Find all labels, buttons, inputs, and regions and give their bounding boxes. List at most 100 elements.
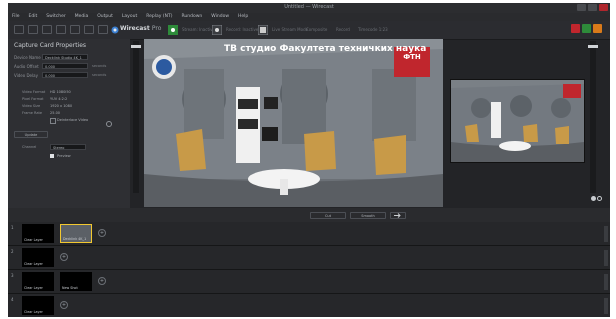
status-indicators xyxy=(571,24,602,33)
record-status: Record: Inactive xyxy=(226,27,259,32)
close-button[interactable] xyxy=(599,4,608,11)
composite-label: Composite xyxy=(306,27,328,32)
layer-scroll[interactable] xyxy=(604,298,608,314)
status-orange[interactable] xyxy=(593,24,602,33)
smooth-button[interactable]: Smooth xyxy=(350,212,386,219)
studio-scene: ФТН ТВ студио Факултета техничких наука xyxy=(144,39,443,207)
layer-row: 1 Clear Layer Decklink 4K_1 + xyxy=(8,222,610,246)
menu-media[interactable]: Media xyxy=(75,13,89,21)
live-mute-icon[interactable] xyxy=(597,196,602,201)
audio-offset-field[interactable]: 0.000 xyxy=(42,63,88,69)
add-shot-button[interactable]: + xyxy=(60,253,68,261)
menu-rundown[interactable]: Rundown xyxy=(182,13,203,21)
shot-clear-layer[interactable]: Clear Layer xyxy=(22,248,54,267)
title-bar: Untitled — Wirecast xyxy=(8,3,610,13)
live-mode-icon[interactable] xyxy=(258,25,268,35)
status-green[interactable] xyxy=(582,24,591,33)
live-volume-knob[interactable] xyxy=(588,45,598,48)
panel-title: Capture Card Properties xyxy=(14,42,87,49)
layer-number: 4 xyxy=(11,297,14,302)
deinterlace-checkbox[interactable] xyxy=(50,118,56,124)
layer-row: 3 Clear Layer New Shot + xyxy=(8,270,610,294)
layer-scroll[interactable] xyxy=(604,226,608,242)
menu-layout[interactable]: Layout xyxy=(122,13,137,21)
video-delay-unit: seconds xyxy=(92,73,107,77)
video-size-value: 1920 x 1080 xyxy=(50,104,73,108)
device-name-label: Device Name xyxy=(14,55,41,60)
pixel-format-value: YUV 4:2:2 xyxy=(50,97,68,101)
live-audio-icon[interactable] xyxy=(591,196,596,201)
channel-select[interactable]: Stereo xyxy=(50,144,86,150)
record-label: Record xyxy=(336,27,350,32)
shot-clear-layer[interactable]: Clear Layer xyxy=(22,272,54,291)
logo-text: ФТН xyxy=(403,53,421,61)
audio-offset-label: Audio Offset xyxy=(14,64,39,69)
add-shot-button[interactable]: + xyxy=(98,277,106,285)
shot-icon[interactable] xyxy=(28,25,38,34)
shot-new[interactable]: New Shot xyxy=(60,272,92,291)
transition-bar: Cut Smooth xyxy=(8,208,610,222)
live-volume-slider[interactable] xyxy=(590,41,596,193)
layer-icon[interactable] xyxy=(14,25,24,34)
video-delay-field[interactable]: 0.000 xyxy=(42,72,88,78)
layer-number: 2 xyxy=(11,249,14,254)
preview-volume-slider[interactable] xyxy=(133,41,139,193)
wirecast-window: Untitled — Wirecast File Edit Switcher M… xyxy=(8,3,610,317)
shot-label: Clear Layer xyxy=(24,238,43,242)
device-name-field[interactable]: Decklink Studio 4K_1 xyxy=(42,54,88,60)
maximize-button[interactable] xyxy=(588,4,597,11)
shot-label: Clear Layer xyxy=(24,262,43,266)
preview-checkbox[interactable] xyxy=(50,154,54,158)
monitor-icon[interactable] xyxy=(98,25,108,34)
menu-file[interactable]: File xyxy=(12,13,20,21)
status-red[interactable] xyxy=(571,24,580,33)
channel-label: Channel xyxy=(22,145,37,149)
window-title: Untitled — Wirecast xyxy=(284,4,334,10)
broadcast-icon[interactable] xyxy=(168,25,178,35)
wirecast-logo-icon xyxy=(111,26,119,34)
add-shot-button[interactable]: + xyxy=(98,229,106,237)
shot-label: Clear Layer xyxy=(24,310,43,314)
go-button[interactable] xyxy=(390,212,406,219)
menu-switcher[interactable]: Switcher xyxy=(46,13,66,21)
capture-properties-panel: Capture Card Properties Device Name Deck… xyxy=(8,39,130,209)
video-size-label: Video Size xyxy=(22,104,41,108)
scene-banner: ТВ студио Факултета техничких наука xyxy=(224,44,426,54)
shot-clear-layer[interactable]: Clear Layer xyxy=(22,224,54,243)
timecode-label: Timecode 1:23 xyxy=(358,27,388,32)
live-monitor[interactable] xyxy=(450,79,585,163)
minimize-button[interactable] xyxy=(577,4,586,11)
update-button[interactable]: Update xyxy=(14,131,48,138)
layer-number: 3 xyxy=(11,273,14,278)
menu-window[interactable]: Window xyxy=(211,13,229,21)
crop-icon[interactable] xyxy=(70,25,80,34)
deinterlace-label: Deinterlace Video xyxy=(57,118,89,122)
shot-decklink[interactable]: Decklink 4K_1 xyxy=(60,224,92,243)
video-format-value: HD 1080i50 xyxy=(50,90,71,94)
arrow-right-icon xyxy=(394,213,401,218)
preview-icon[interactable] xyxy=(84,25,94,34)
cut-button[interactable]: Cut xyxy=(310,212,346,219)
shot-clear-layer[interactable]: Clear Layer xyxy=(22,296,54,315)
gear-icon[interactable] xyxy=(106,121,112,127)
video-delay-label: Video Delay xyxy=(14,73,38,78)
brand-label: Wirecast Pro xyxy=(120,25,162,32)
record-icon[interactable] xyxy=(212,25,222,35)
grid-icon[interactable] xyxy=(56,25,66,34)
layer-scroll[interactable] xyxy=(604,274,608,290)
menu-replay[interactable]: Replay (NT) xyxy=(146,13,172,21)
layer-row: 2 Clear Layer + xyxy=(8,246,610,270)
menu-help[interactable]: Help xyxy=(238,13,248,21)
pixel-format-label: Pixel Format xyxy=(22,97,44,101)
audio-icon[interactable] xyxy=(42,25,52,34)
layer-strip: 1 Clear Layer Decklink 4K_1 + 2 Clear La… xyxy=(8,222,610,317)
video-format-label: Video Format xyxy=(22,90,46,94)
layer-scroll[interactable] xyxy=(604,250,608,266)
add-shot-button[interactable]: + xyxy=(60,301,68,309)
menu-edit[interactable]: Edit xyxy=(29,13,38,21)
preview-volume-knob[interactable] xyxy=(131,45,141,48)
menu-output[interactable]: Output xyxy=(97,13,113,21)
preview-monitor[interactable]: ФТН ТВ студио Факултета техничких наука xyxy=(144,39,443,207)
toolbar: Wirecast Pro Stream: Inactive Record: In… xyxy=(8,21,610,40)
shot-label: Clear Layer xyxy=(24,286,43,290)
